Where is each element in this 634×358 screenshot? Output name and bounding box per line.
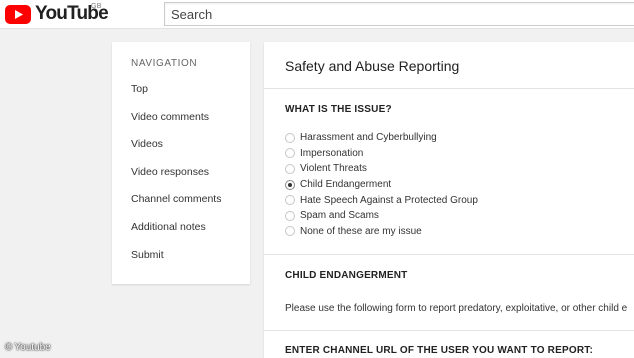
nav-item-channel-comments[interactable]: Channel comments [131,192,221,220]
option-spam-scams[interactable]: Spam and Scams [285,208,478,224]
nav-item-additional-notes[interactable]: Additional notes [131,220,221,248]
radio-button-selected[interactable] [285,179,295,190]
region-code: GB [91,3,102,10]
play-logo-icon [5,5,31,24]
report-form-panel: Safety and Abuse Reporting WHAT IS THE I… [264,42,634,358]
nav-item-video-comments[interactable]: Video comments [131,110,221,138]
channel-url-heading: ENTER CHANNEL URL OF THE USER YOU WANT T… [285,345,593,356]
radio-button[interactable] [285,226,295,237]
option-hate-speech[interactable]: Hate Speech Against a Protected Group [285,192,478,208]
option-label: Impersonation [300,147,364,159]
option-label: Violent Threats [300,163,367,175]
top-bar: YouTube GB [0,0,634,29]
radio-button[interactable] [285,163,295,174]
issue-options: Harassment and Cyberbullying Impersonati… [285,130,478,239]
page-title: Safety and Abuse Reporting [285,58,460,74]
option-none[interactable]: None of these are my issue [285,224,478,240]
copyright-symbol: © [5,342,13,353]
navigation-title: NAVIGATION [131,58,198,69]
radio-button[interactable] [285,132,295,143]
image-credit: © Youtube [5,342,51,353]
option-label: Hate Speech Against a Protected Group [300,194,478,206]
divider [264,330,634,331]
navigation-panel: NAVIGATION Top Video comments Videos Vid… [112,42,250,284]
child-endangerment-description: Please use the following form to report … [285,303,628,314]
navigation-list: Top Video comments Videos Video response… [131,82,221,275]
child-endangerment-heading: CHILD ENDANGERMENT [285,270,408,281]
option-label: Harassment and Cyberbullying [300,132,437,144]
search-box[interactable] [164,2,634,26]
divider [264,254,634,255]
option-violent-threats[interactable]: Violent Threats [285,161,478,177]
search-input[interactable] [165,3,634,25]
nav-item-videos[interactable]: Videos [131,137,221,165]
credit-text: Youtube [14,342,51,353]
option-label: Spam and Scams [300,210,379,222]
nav-item-top[interactable]: Top [131,82,221,110]
option-harassment[interactable]: Harassment and Cyberbullying [285,130,478,146]
radio-button[interactable] [285,210,295,221]
option-label: None of these are my issue [300,225,422,237]
nav-item-video-responses[interactable]: Video responses [131,165,221,193]
option-child-endangerment[interactable]: Child Endangerment [285,177,478,193]
option-impersonation[interactable]: Impersonation [285,146,478,162]
radio-button[interactable] [285,195,295,206]
issue-heading: WHAT IS THE ISSUE? [285,104,392,115]
divider [264,88,634,89]
nav-item-submit[interactable]: Submit [131,248,221,276]
radio-button[interactable] [285,148,295,159]
option-label: Child Endangerment [300,179,392,191]
